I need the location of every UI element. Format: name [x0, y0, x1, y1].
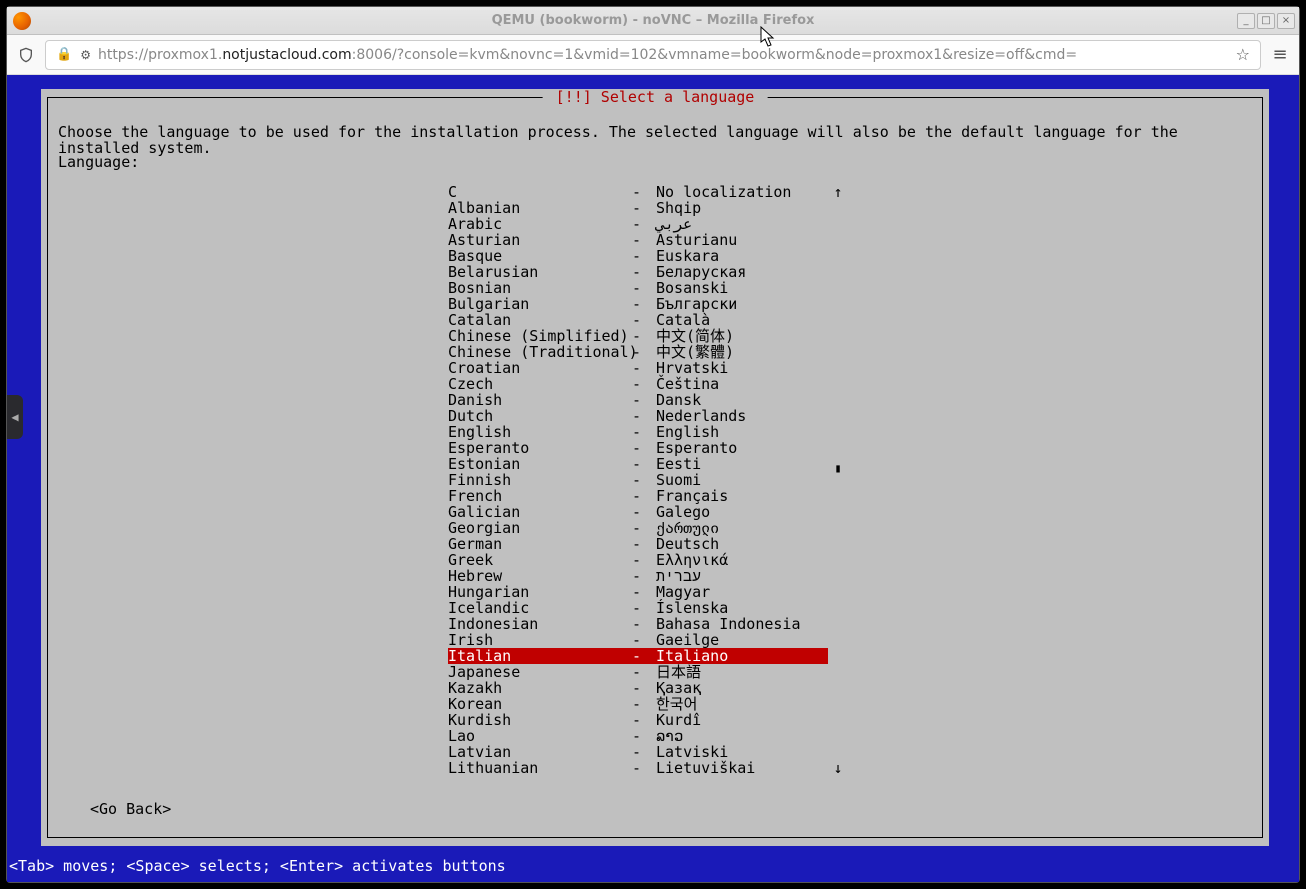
language-option[interactable]: Kurdish- Kurdî — [448, 712, 828, 728]
window-title: QEMU (bookworm) - noVNC – Mozilla Firefo… — [7, 13, 1299, 28]
language-option[interactable]: Belarusian- Беларуская — [448, 264, 828, 280]
lock-icon: 🔒 — [56, 47, 72, 62]
language-option[interactable]: Dutch- Nederlands — [448, 408, 828, 424]
language-option[interactable]: Japanese- 日本語 — [448, 664, 828, 680]
window-controls: _ □ × — [1237, 13, 1299, 29]
language-option[interactable]: German- Deutsch — [448, 536, 828, 552]
language-option[interactable]: Korean- 한국어 — [448, 696, 828, 712]
dialog-title: [!!] Select a language — [543, 89, 768, 105]
language-option[interactable]: Danish- Dansk — [448, 392, 828, 408]
language-option[interactable]: Albanian- Shqip — [448, 200, 828, 216]
go-back-button[interactable]: <Go Back> — [90, 801, 171, 817]
language-option[interactable]: Bosnian- Bosanski — [448, 280, 828, 296]
page-content: ◀ [!!] Select a language Choose the lang… — [7, 75, 1299, 882]
language-option[interactable]: Lao- ລາວ — [448, 728, 828, 744]
language-option[interactable]: Arabic- عربي — [448, 216, 828, 232]
language-option[interactable]: Galician- Galego — [448, 504, 828, 520]
close-button[interactable]: × — [1277, 13, 1295, 29]
key-hints: <Tab> moves; <Space> selects; <Enter> ac… — [9, 858, 506, 874]
language-option[interactable]: Chinese (Simplified)- 中文(简体) — [448, 328, 828, 344]
language-option[interactable]: Greek- Ελληνικά — [448, 552, 828, 568]
vnc-viewport[interactable]: ◀ [!!] Select a language Choose the lang… — [7, 75, 1299, 882]
shield-icon[interactable] — [17, 46, 35, 64]
scroll-thumb[interactable]: ▮ — [833, 460, 843, 476]
language-option[interactable]: Hebrew- עברית — [448, 568, 828, 584]
language-option[interactable]: C- No localization — [448, 184, 828, 200]
language-option[interactable]: Italian- Italiano — [448, 648, 828, 664]
language-option[interactable]: Estonian- Eesti — [448, 456, 828, 472]
language-option[interactable]: Finnish- Suomi — [448, 472, 828, 488]
bookmark-star-icon[interactable]: ☆ — [1236, 45, 1250, 64]
firefox-window: QEMU (bookworm) - noVNC – Mozilla Firefo… — [6, 6, 1300, 883]
novnc-control-tab[interactable]: ◀ — [7, 395, 23, 439]
language-option[interactable]: Kazakh- Қазақ — [448, 680, 828, 696]
language-label: Language: — [58, 154, 139, 170]
language-option[interactable]: Czech- Čeština — [448, 376, 828, 392]
dialog-border: [!!] Select a language Choose the langua… — [47, 97, 1263, 838]
language-option[interactable]: Chinese (Traditional)- 中文(繁體) — [448, 344, 828, 360]
permissions-icon[interactable]: ⚙ — [80, 48, 90, 62]
titlebar: QEMU (bookworm) - noVNC – Mozilla Firefo… — [7, 7, 1299, 35]
language-option[interactable]: Catalan- Català — [448, 312, 828, 328]
menu-button[interactable]: ≡ — [1271, 44, 1289, 65]
language-option[interactable]: Latvian- Latviski — [448, 744, 828, 760]
firefox-icon — [13, 12, 31, 30]
language-option[interactable]: English- English — [448, 424, 828, 440]
language-option[interactable]: French- Français — [448, 488, 828, 504]
url-input[interactable]: 🔒 ⚙ https://proxmox1.notjustacloud.com:8… — [45, 40, 1261, 70]
dialog-prompt: Choose the language to be used for the i… — [58, 124, 1252, 156]
scroll-up-icon[interactable]: ↑ — [833, 184, 843, 200]
language-option[interactable]: Hungarian- Magyar — [448, 584, 828, 600]
language-option[interactable]: Bulgarian- Български — [448, 296, 828, 312]
language-option[interactable]: Asturian- Asturianu — [448, 232, 828, 248]
language-list[interactable]: C- No localizationAlbanian- ShqipArabic-… — [448, 184, 828, 776]
language-option[interactable]: Basque- Euskara — [448, 248, 828, 264]
language-option[interactable]: Lithuanian- Lietuviškai — [448, 760, 828, 776]
installer-dialog: [!!] Select a language Choose the langua… — [41, 89, 1269, 846]
minimize-button[interactable]: _ — [1237, 13, 1255, 29]
language-option[interactable]: Croatian- Hrvatski — [448, 360, 828, 376]
language-option[interactable]: Esperanto- Esperanto — [448, 440, 828, 456]
language-option[interactable]: Irish- Gaeilge — [448, 632, 828, 648]
address-bar: 🔒 ⚙ https://proxmox1.notjustacloud.com:8… — [7, 35, 1299, 75]
url-text: https://proxmox1.notjustacloud.com:8006/… — [98, 47, 1228, 63]
language-option[interactable]: Georgian- ქართული — [448, 520, 828, 536]
maximize-button[interactable]: □ — [1257, 13, 1275, 29]
language-option[interactable]: Icelandic- Íslenska — [448, 600, 828, 616]
scroll-down-icon[interactable]: ↓ — [833, 760, 843, 776]
language-option[interactable]: Indonesian- Bahasa Indonesia — [448, 616, 828, 632]
